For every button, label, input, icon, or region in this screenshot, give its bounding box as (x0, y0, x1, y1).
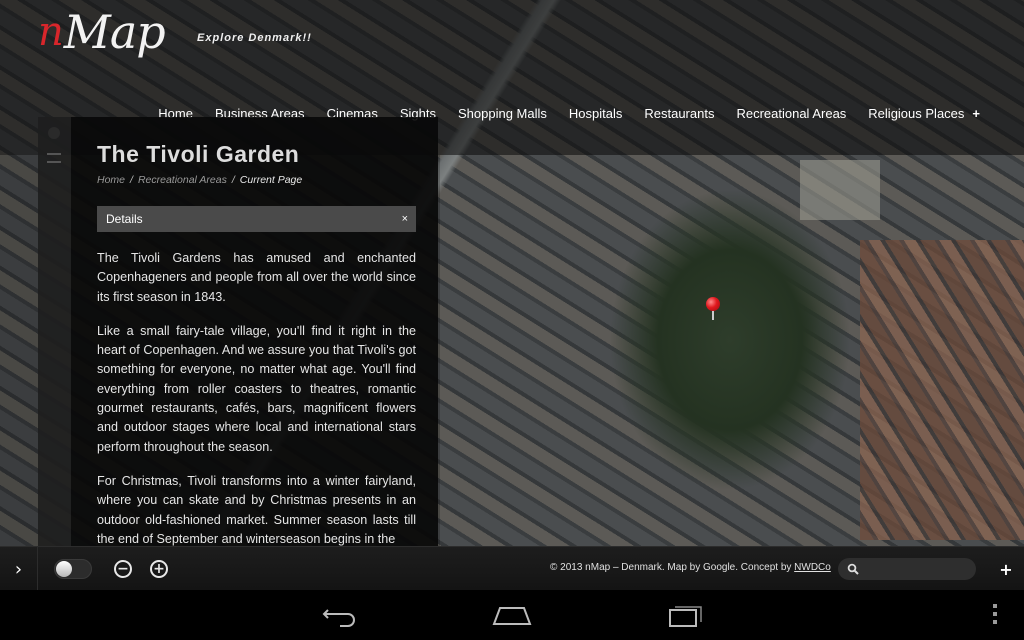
nav-item-shopping-malls[interactable]: Shopping Malls (458, 106, 547, 121)
overflow-menu-icon[interactable] (990, 604, 1000, 626)
breadcrumb-home[interactable]: Home (97, 174, 125, 186)
info-panel: The Tivoli Garden Home / Recreational Area… (71, 117, 438, 546)
search-icon (847, 563, 859, 575)
expand-panel-button[interactable]: › (0, 547, 38, 591)
app-logo[interactable]: n Map (38, 4, 166, 59)
copyright-text: © 2013 nMap – Denmark. Map by Google. Co… (550, 562, 831, 573)
pin-needle (712, 310, 714, 320)
breadcrumb: Home / Recreational Areas / Current Page (97, 174, 302, 186)
nav-item-hospitals[interactable]: Hospitals (569, 106, 622, 121)
logo-initial: n (38, 9, 64, 55)
system-nav-bar (0, 590, 1024, 640)
details-label: Details (106, 212, 143, 226)
paragraph: The Tivoli Gardens has amused and enchan… (97, 251, 416, 304)
details-body: The Tivoli Gardens has amused and enchan… (97, 249, 416, 546)
nav-item-recreational-areas[interactable]: Recreational Areas (736, 106, 846, 121)
breadcrumb-recreational-areas[interactable]: Recreational Areas (138, 174, 227, 186)
nav-item-religious-places[interactable]: Religious Places + (868, 106, 980, 121)
panel-side-strip[interactable] (38, 117, 71, 546)
search-input[interactable] (838, 558, 976, 580)
details-header[interactable]: Details × (97, 206, 416, 232)
logo-text: Map (63, 5, 166, 59)
credit-link[interactable]: NWDCo (794, 562, 831, 573)
close-icon[interactable]: × (402, 213, 408, 225)
bottom-toolbar: › − + © 2013 nMap – Denmark. Map by Goog… (0, 546, 1024, 591)
drag-handle-icon[interactable] (47, 153, 61, 163)
nav-item-restaurants[interactable]: Restaurants (644, 106, 714, 121)
breadcrumb-separator: / (231, 174, 235, 186)
strip-knob (48, 127, 60, 139)
nav-item-religious-places-label: Religious Places (868, 106, 965, 121)
breadcrumb-separator: / (130, 174, 133, 186)
pin-head (706, 297, 720, 311)
tagline: Explore Denmark!! (197, 32, 312, 44)
recent-apps-icon[interactable] (666, 602, 706, 628)
page-title: The Tivoli Garden (97, 141, 300, 167)
nav-more-icon: + (972, 106, 980, 121)
breadcrumb-current: Current Page (239, 174, 303, 186)
home-icon[interactable] (492, 602, 532, 628)
add-button[interactable]: + (996, 547, 1016, 591)
copyright-label: © 2013 nMap – Denmark. Map by Google. Co… (550, 562, 795, 573)
zoom-in-button[interactable]: + (150, 560, 168, 578)
zoom-out-button[interactable]: − (114, 560, 132, 578)
toggle-knob (56, 561, 72, 577)
back-icon[interactable] (320, 602, 360, 628)
paragraph: For Christmas, Tivoli transforms into a … (97, 473, 416, 546)
paragraph: Like a small fairy-tale village, you'll … (97, 323, 416, 454)
map-toggle-switch[interactable] (54, 559, 92, 579)
map-pin-icon[interactable] (704, 297, 722, 323)
